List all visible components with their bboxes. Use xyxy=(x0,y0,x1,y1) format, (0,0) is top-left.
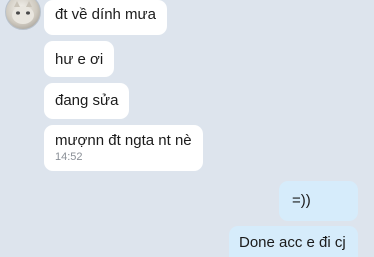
contact-avatar-icon[interactable] xyxy=(5,0,41,30)
chat-message-list[interactable]: đt về dính mưa hư e ơi đang sửa mượnn đt… xyxy=(0,0,374,257)
message-bubble-outgoing[interactable]: =)) xyxy=(279,181,358,221)
message-text: Done acc e đi cj xyxy=(239,234,346,251)
message-timestamp: 14:52 xyxy=(55,151,83,163)
message-text: =)) xyxy=(292,192,311,209)
message-bubble-incoming[interactable]: đt về dính mưa xyxy=(44,0,167,35)
message-bubble-incoming[interactable]: đang sửa xyxy=(44,83,130,119)
message-bubble-incoming[interactable]: hư e ơi xyxy=(44,41,115,77)
message-text: đang sửa xyxy=(55,92,119,109)
message-text: đt về dính mưa xyxy=(55,6,156,23)
message-bubble-outgoing[interactable]: Done acc e đi cj xyxy=(229,226,358,257)
message-text: mượnn đt ngta nt nè xyxy=(55,132,192,149)
message-bubble-incoming[interactable]: mượnn đt ngta nt nè 14:52 xyxy=(44,125,203,171)
message-text: hư e ơi xyxy=(55,51,104,68)
